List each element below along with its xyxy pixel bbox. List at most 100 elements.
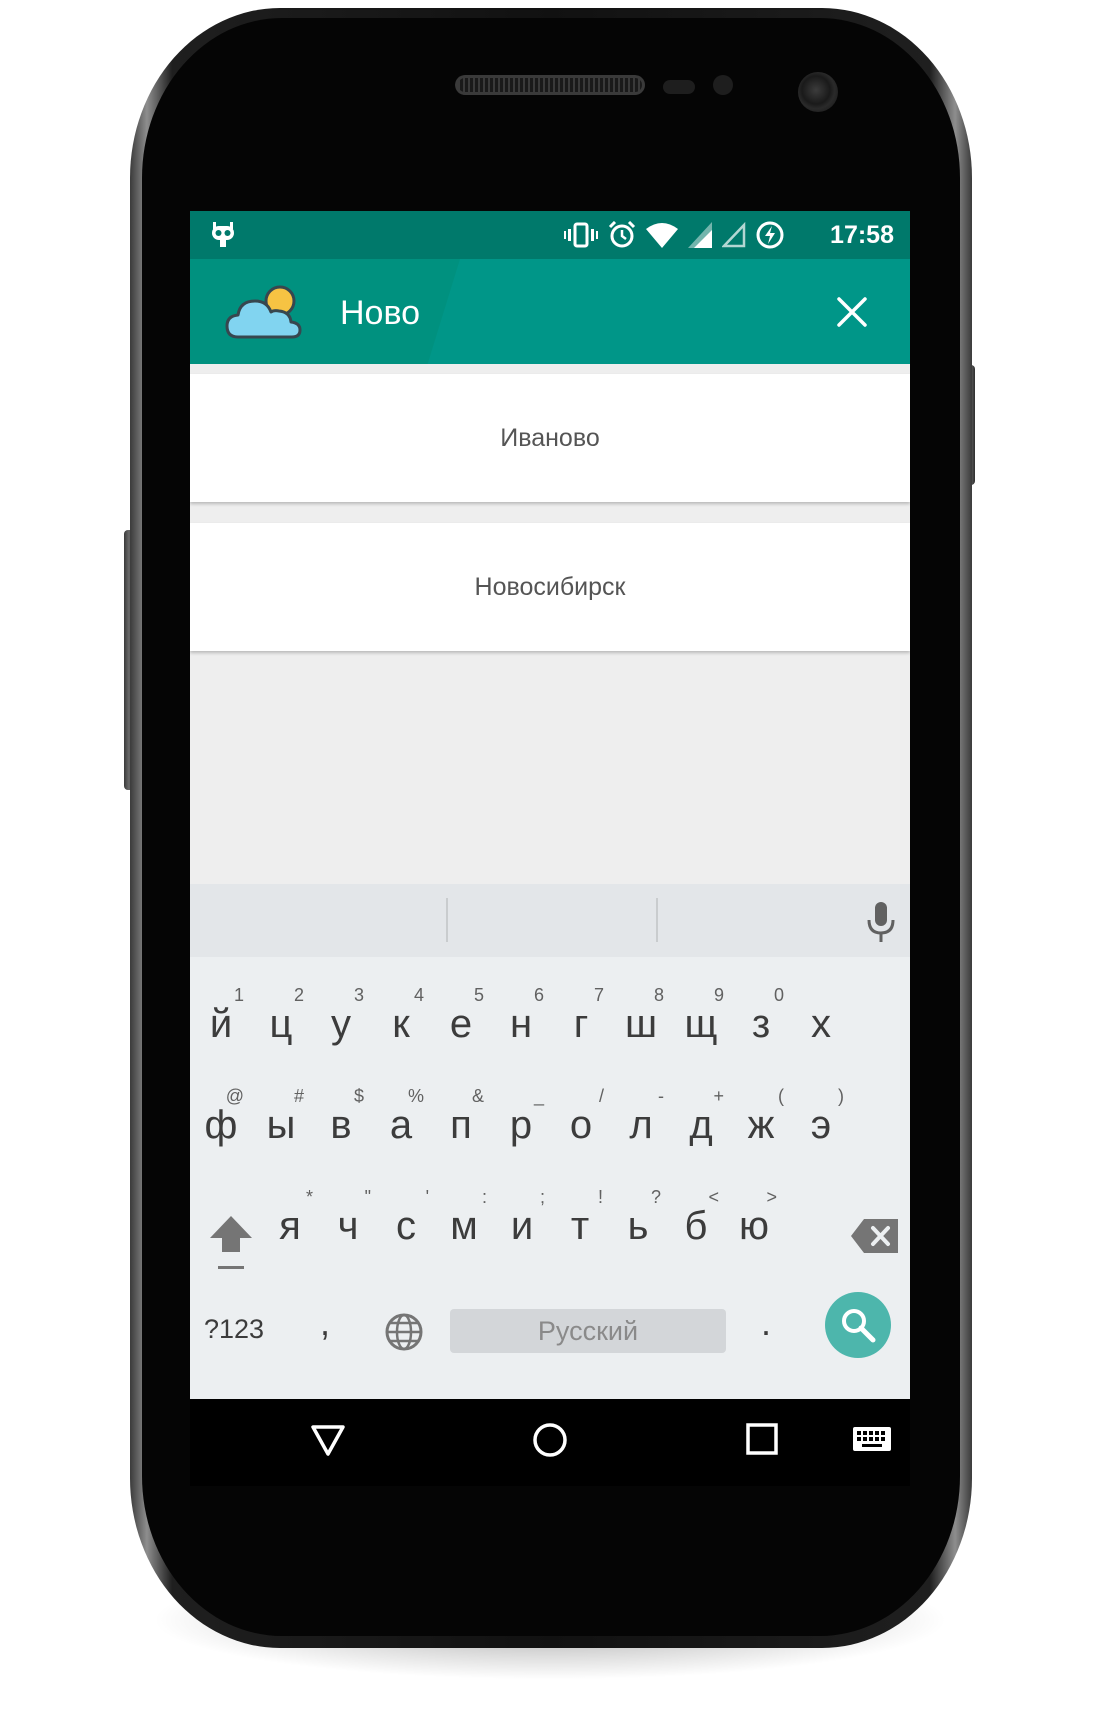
key-hint: ' [425, 1187, 429, 1207]
recents-icon[interactable] [744, 1421, 780, 1457]
key-label: з [751, 1002, 771, 1046]
key-label: ь [627, 1204, 649, 1248]
key[interactable]: ю > [721, 1169, 787, 1277]
close-icon[interactable] [833, 293, 871, 331]
status-icons [564, 221, 784, 249]
key-hint: / [598, 1086, 604, 1106]
key-label: г [573, 1002, 589, 1046]
device-screen: 17:58 Ново Иваново Новосибирск й1ц2у3к4е… [190, 211, 910, 1486]
microphone-icon[interactable] [862, 900, 900, 944]
key[interactable]: а% [368, 1068, 434, 1176]
status-time: 17:58 [830, 221, 894, 249]
suggestion-strip [190, 884, 910, 957]
key-label: д [689, 1103, 713, 1147]
key-label: х [811, 1002, 831, 1046]
key-hint: > [766, 1187, 777, 1207]
key[interactable]: ы # [248, 1068, 314, 1176]
key-hint: + [713, 1086, 724, 1106]
key-hint: _ [533, 1086, 544, 1106]
key[interactable]: ч " [315, 1169, 381, 1277]
key[interactable]: л- [608, 1068, 674, 1176]
signal-icon [688, 222, 712, 248]
key[interactable]: п & [428, 1068, 494, 1176]
key[interactable]: б < [663, 1169, 729, 1277]
key[interactable]: к4 [368, 967, 434, 1075]
key-label: м [450, 1204, 478, 1248]
key[interactable]: ь? [605, 1169, 671, 1277]
key[interactable]: ш8 [608, 967, 674, 1075]
search-query-text[interactable]: Ново [340, 293, 420, 333]
key[interactable]: э) [788, 1068, 854, 1176]
wifi-icon [646, 223, 678, 248]
key[interactable]: с ' [373, 1169, 439, 1277]
keyboard-icon[interactable] [852, 1425, 892, 1455]
suggestion-divider [656, 898, 658, 942]
shift-icon[interactable] [208, 1214, 254, 1274]
key-hint: < [708, 1187, 719, 1207]
key-hint: 4 [413, 985, 424, 1005]
key[interactable]: в $ [308, 1068, 374, 1176]
key-hint: : [481, 1187, 487, 1207]
navigation-bar [190, 1399, 910, 1486]
key-label: ю [739, 1204, 769, 1248]
light-sensor [713, 75, 733, 95]
globe-icon[interactable] [384, 1312, 424, 1352]
home-icon[interactable] [531, 1421, 569, 1459]
symbols-key[interactable]: ?123 [204, 1314, 284, 1345]
key-hint: " [364, 1187, 371, 1207]
key-label: р [509, 1103, 533, 1147]
key-hint: ; [539, 1187, 545, 1207]
key-label: в [330, 1103, 352, 1147]
key-hint: ? [650, 1187, 661, 1207]
result-item[interactable]: Новосибирск [190, 523, 910, 651]
key[interactable]: и; [489, 1169, 555, 1277]
key[interactable]: ц2 [248, 967, 314, 1075]
backspace-icon[interactable] [850, 1217, 900, 1255]
back-icon[interactable] [309, 1421, 347, 1459]
key-hint: 8 [653, 985, 664, 1005]
key-label: ф [204, 1103, 238, 1147]
battery-charging-icon [756, 221, 784, 249]
period-key[interactable]: . [761, 1302, 771, 1344]
key-hint: 3 [353, 985, 364, 1005]
key-hint: * [305, 1187, 313, 1207]
key-hint: 9 [713, 985, 724, 1005]
result-item[interactable]: Иваново [190, 374, 910, 502]
key[interactable]: х [788, 967, 854, 1075]
key[interactable]: з0 [728, 967, 794, 1075]
key-label: ж [747, 1103, 775, 1147]
key[interactable]: р _ [488, 1068, 554, 1176]
key-label: н [509, 1002, 533, 1046]
key[interactable]: я * [257, 1169, 323, 1277]
space-bar[interactable]: Русский [450, 1309, 726, 1353]
key-label: к [392, 1002, 410, 1046]
key[interactable]: о / [548, 1068, 614, 1176]
key-label: э [810, 1103, 832, 1147]
front-camera [798, 72, 838, 112]
key[interactable]: т! [547, 1169, 613, 1277]
key-label: ч [337, 1204, 359, 1248]
key[interactable]: д + [668, 1068, 734, 1176]
key-label: о [569, 1103, 593, 1147]
key[interactable]: н6 [488, 967, 554, 1075]
comma-key[interactable]: , [320, 1302, 330, 1344]
key-hint: $ [353, 1086, 364, 1106]
key[interactable]: ф @ [190, 1068, 254, 1176]
key-label: щ [684, 1002, 718, 1046]
key[interactable]: е5 [428, 967, 494, 1075]
search-action-button[interactable] [825, 1292, 891, 1358]
key[interactable]: ж( [728, 1068, 794, 1176]
key-hint: 5 [473, 985, 484, 1005]
key[interactable]: м: [431, 1169, 497, 1277]
key-label: с [396, 1204, 416, 1248]
key[interactable]: щ9 [668, 967, 734, 1075]
key-label: я [279, 1204, 301, 1248]
key[interactable]: у3 [308, 967, 374, 1075]
key[interactable]: г7 [548, 967, 614, 1075]
key[interactable]: й1 [190, 967, 254, 1075]
key-label: й [209, 1002, 233, 1046]
key-hint: & [471, 1086, 484, 1106]
key-label: и [510, 1204, 534, 1248]
key-hint: ) [838, 1086, 844, 1106]
earpiece-speaker [455, 75, 645, 95]
